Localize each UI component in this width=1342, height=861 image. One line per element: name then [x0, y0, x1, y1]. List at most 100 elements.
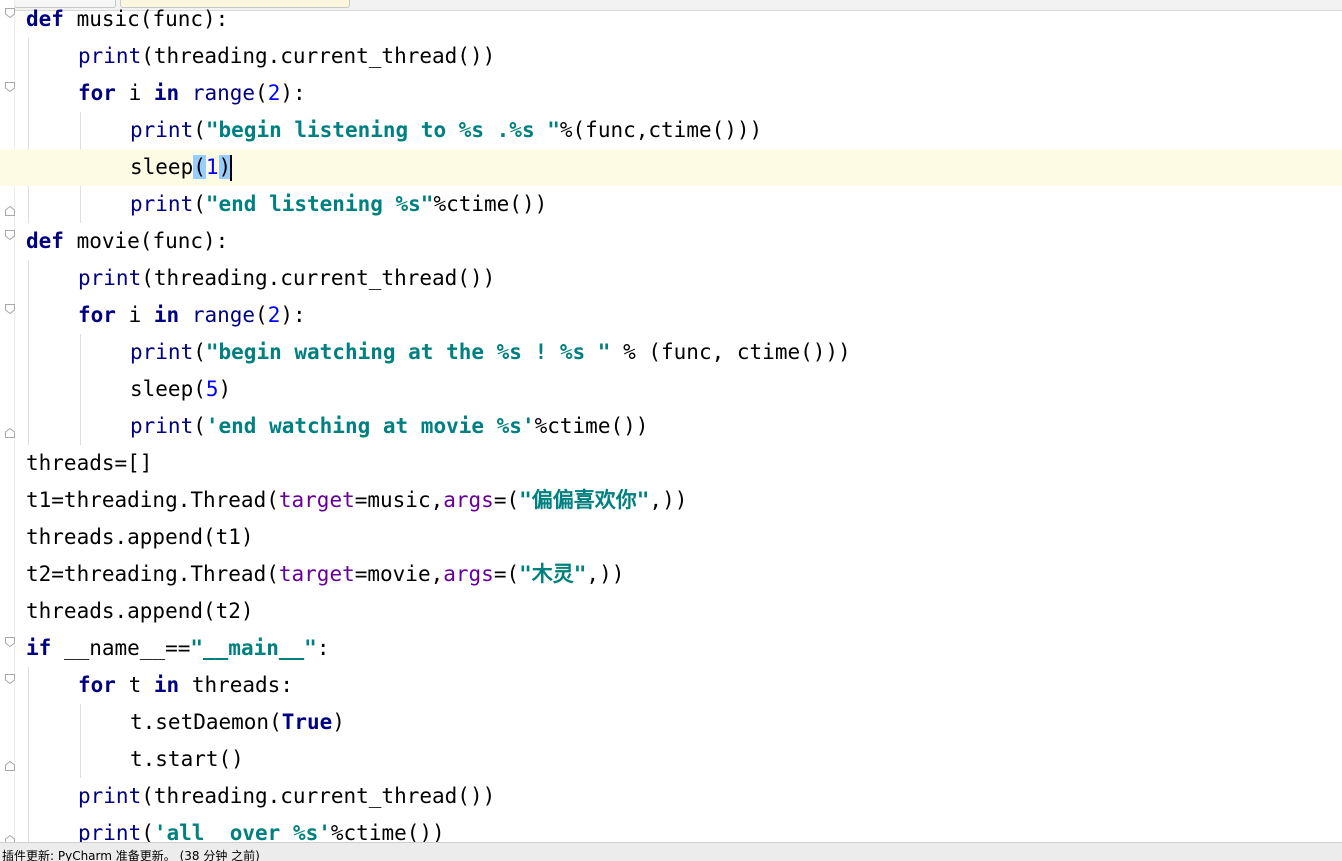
code-text[interactable]: t.start() [130, 741, 244, 778]
code-line[interactable]: def music(func): [0, 1, 1342, 38]
fold-open-icon[interactable] [4, 303, 16, 315]
code-line[interactable]: sleep(5) [0, 371, 1342, 408]
text-caret [230, 155, 233, 181]
token: =music, [354, 488, 444, 512]
code-line[interactable]: for i in range(2): [0, 75, 1342, 112]
code-line[interactable]: print("begin listening to %s .%s "%(func… [0, 112, 1342, 149]
code-line[interactable]: t2=threading.Thread(target=movie,args=("… [0, 556, 1342, 593]
code-text[interactable]: print(threading.current_thread()) [78, 778, 495, 815]
token: ): [280, 303, 306, 327]
fold-open-icon[interactable] [4, 636, 16, 648]
code-text[interactable]: for i in range(2): [78, 297, 306, 334]
code-line[interactable]: threads=[] [0, 445, 1342, 482]
fold-open-icon[interactable] [4, 81, 16, 93]
token: threads.append(t2) [26, 599, 254, 623]
token: (threading.current_thread()) [141, 44, 496, 68]
code-line[interactable]: sleep(1) [0, 149, 1342, 186]
code-line[interactable]: print(threading.current_thread()) [0, 38, 1342, 75]
code-text[interactable]: print("begin listening to %s .%s "%(func… [130, 112, 762, 149]
fold-open-icon[interactable] [4, 673, 16, 685]
code-text[interactable]: print('end watching at movie %s'%ctime()… [130, 408, 648, 445]
code-text[interactable]: print("begin watching at the %s ! %s " %… [130, 334, 851, 371]
token-kw: in [153, 673, 180, 697]
code-text[interactable]: print(threading.current_thread()) [78, 38, 495, 75]
code-line[interactable]: for t in threads: [0, 667, 1342, 704]
code-line[interactable]: print("end listening %s"%ctime()) [0, 186, 1342, 223]
token: % (func, ctime())) [610, 340, 851, 364]
token-bi: print [130, 414, 194, 438]
token: %ctime()) [534, 414, 649, 438]
token: movie(func): [63, 229, 229, 253]
token: ( [193, 192, 206, 216]
code-text[interactable]: sleep(5) [130, 371, 231, 408]
token-str: "偏偏喜欢你" [519, 488, 650, 512]
code-line[interactable]: if __name__=="__main__": [0, 630, 1342, 667]
token: ,)) [586, 562, 625, 586]
fold-end-icon[interactable] [4, 205, 16, 217]
code-line[interactable]: print("begin watching at the %s ! %s " %… [0, 334, 1342, 371]
token-kw: True [281, 710, 333, 734]
token: music(func): [63, 7, 229, 31]
fold-open-icon[interactable] [4, 229, 16, 241]
token-kw: in [153, 303, 180, 327]
token-kw: if [26, 636, 52, 660]
token-bi: print [130, 118, 194, 142]
code-line[interactable]: for i in range(2): [0, 297, 1342, 334]
token-kw: in [153, 81, 180, 105]
token: ( [193, 340, 206, 364]
code-text[interactable]: threads.append(t2) [26, 593, 254, 630]
code-text[interactable]: if __name__=="__main__": [26, 630, 329, 667]
code-text[interactable]: t1=threading.Thread(target=music,args=("… [26, 482, 687, 519]
code-text[interactable]: t2=threading.Thread(target=movie,args=("… [26, 556, 624, 593]
code-line[interactable]: print(threading.current_thread()) [0, 778, 1342, 815]
code-text[interactable]: t.setDaemon(True) [130, 704, 345, 741]
token-bi: print [78, 44, 142, 68]
fold-end-icon[interactable] [4, 760, 16, 772]
code-line[interactable]: t1=threading.Thread(target=music,args=("… [0, 482, 1342, 519]
code-text[interactable]: def movie(func): [26, 223, 228, 260]
token: =( [493, 488, 520, 512]
token: (threading.current_thread()) [141, 266, 496, 290]
code-line[interactable]: threads.append(t2) [0, 593, 1342, 630]
token-str: "begin watching at the %s ! %s " [205, 340, 611, 364]
status-message[interactable]: 插件更新: PyCharm 准备更新。 (38 分钟 之前) [2, 849, 260, 861]
token: t.setDaemon( [130, 710, 282, 734]
token-str: "__main__" [190, 636, 317, 660]
code-editor[interactable]: def music(func): print(threading.current_… [0, 0, 1342, 852]
code-line[interactable]: print(threading.current_thread()) [0, 260, 1342, 297]
token: t [115, 673, 154, 697]
token-num: 1 [205, 155, 219, 179]
code-text[interactable]: sleep(1) [130, 149, 233, 186]
code-line[interactable]: t.start() [0, 741, 1342, 778]
token: ) [332, 710, 345, 734]
code-text[interactable]: print(threading.current_thread()) [78, 260, 495, 297]
token-kw: def [26, 229, 64, 253]
code-line[interactable]: t.setDaemon(True) [0, 704, 1342, 741]
code-line[interactable]: print('end watching at movie %s'%ctime()… [0, 408, 1342, 445]
token-kw: def [26, 7, 64, 31]
token-kwarg: args [443, 488, 494, 512]
token: ,)) [649, 488, 688, 512]
code-line[interactable]: threads.append(t1) [0, 519, 1342, 556]
token: threads=[] [26, 451, 153, 475]
code-line[interactable]: def movie(func): [0, 223, 1342, 260]
token-kwarg: args [443, 562, 494, 586]
code-text[interactable]: for t in threads: [78, 667, 293, 704]
token-bi: print [78, 784, 142, 808]
fold-end-icon[interactable] [4, 427, 16, 439]
token: (threading.current_thread()) [141, 784, 496, 808]
token: ( [193, 118, 206, 142]
token: threads: [179, 673, 293, 697]
token: =( [493, 562, 520, 586]
code-text[interactable]: threads.append(t1) [26, 519, 254, 556]
code-text[interactable]: print("end listening %s"%ctime()) [130, 186, 547, 223]
code-text[interactable]: for i in range(2): [78, 75, 306, 112]
token: ): [280, 81, 306, 105]
code-text[interactable]: def music(func): [26, 1, 228, 38]
token: ( [193, 414, 206, 438]
code-text[interactable]: threads=[] [26, 445, 152, 482]
token: i [115, 303, 154, 327]
token: ) [218, 377, 232, 401]
fold-open-icon[interactable] [4, 7, 16, 19]
